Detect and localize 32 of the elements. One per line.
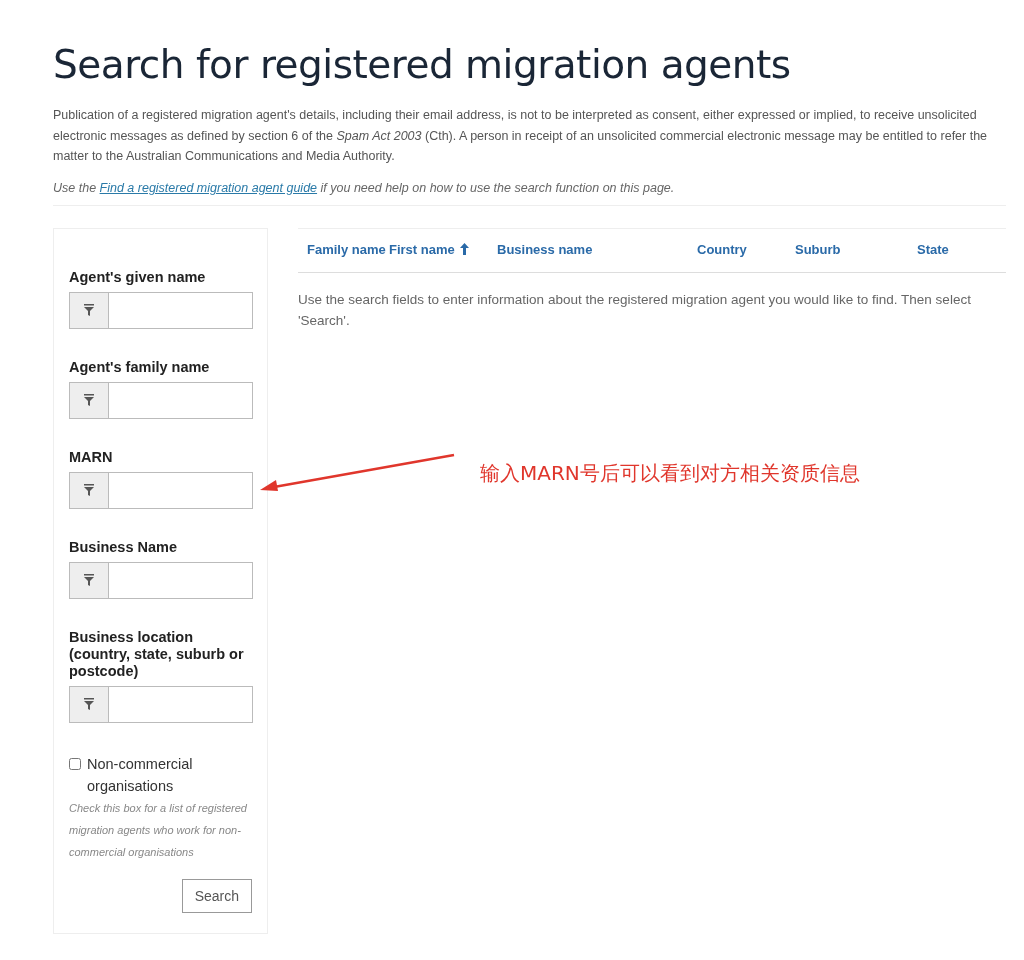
- filter-input[interactable]: [69, 471, 253, 509]
- empty-message: Use the search fields to enter information about the registered migration agent you would like to find. Then select 'Search'.: [298, 290, 972, 330]
- filter-input[interactable]: [69, 381, 253, 419]
- checkbox[interactable]: [69, 757, 81, 770]
- annotation-text: 输入MARN号后可以看到对方相关资质信息: [480, 460, 860, 487]
- column-header[interactable]: First name: [389, 238, 497, 260]
- notice-paragraph: Publication of a registered migration agent's details, including their email address, is not to be interpreted as consent, either expressed or implied, to receive unsolicited electronic messages as defined by section 6 of the Spam Act 2003 (Cth). A person in receipt of an unsolicited commercial electronic message may be entitled to refer the matter to the Australian Communications and Media Authority.: [53, 107, 989, 165]
- checkbox-label: Non-commercial organisations: [87, 754, 194, 796]
- filter-icon[interactable]: [70, 472, 109, 508]
- filter-input[interactable]: [69, 291, 253, 329]
- search-button[interactable]: Search: [181, 878, 252, 913]
- field-label: Business Name: [69, 538, 178, 556]
- field-label: Business location (country, state, suburb or postcode): [69, 628, 245, 680]
- column-header[interactable]: State: [917, 238, 997, 260]
- column-header[interactable]: Country: [697, 238, 795, 260]
- field-label: MARN: [69, 448, 114, 466]
- field-label: Agent's family name: [69, 358, 211, 376]
- filter-icon[interactable]: [70, 686, 109, 722]
- field-label: Agent's given name: [69, 268, 207, 286]
- sort-arrow-icon: [459, 243, 469, 255]
- column-header[interactable]: Family name: [307, 238, 389, 260]
- filter-input[interactable]: [69, 561, 253, 599]
- filter-icon[interactable]: [70, 382, 109, 418]
- help-text: Use the Find a registered migration agent guide if you need help on how to use the search function on this page.: [53, 180, 676, 195]
- guide-link[interactable]: Find a registered migration agent guide: [99, 180, 318, 195]
- filter-icon[interactable]: [70, 292, 109, 328]
- column-header[interactable]: Suburb: [795, 238, 917, 260]
- column-header[interactable]: Business name: [497, 238, 697, 260]
- checkbox-hint: Check this box for a list of registered migration agents who work for non-commercial organisations: [69, 800, 248, 860]
- page-title: Search for registered migration agents: [53, 42, 792, 87]
- filter-input[interactable]: [69, 685, 253, 723]
- filter-icon[interactable]: [70, 562, 109, 598]
